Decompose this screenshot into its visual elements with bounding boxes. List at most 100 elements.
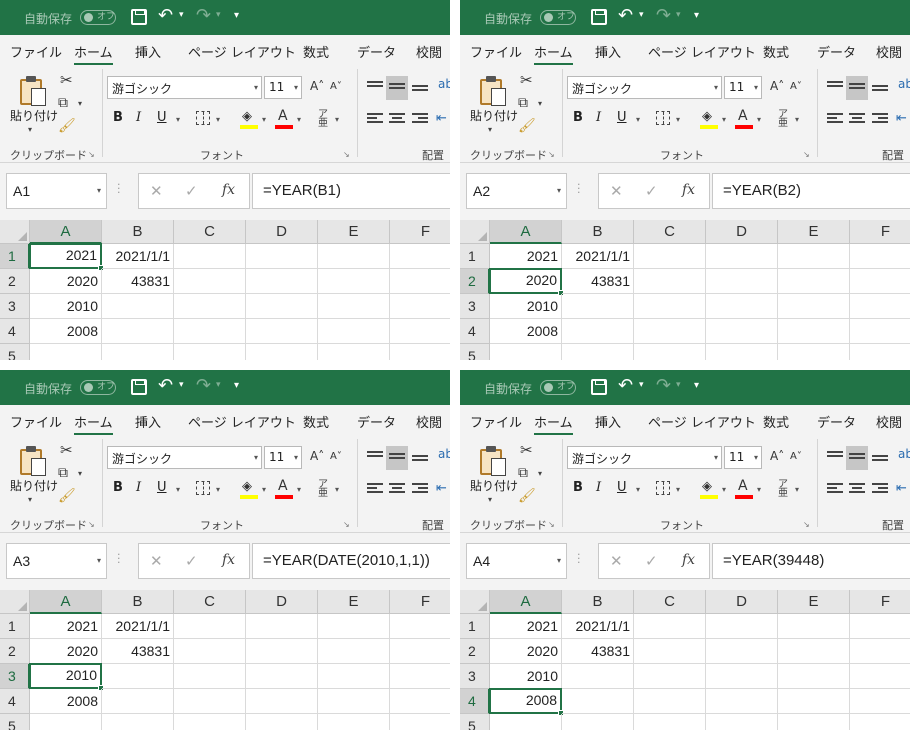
select-all-corner[interactable]: [0, 220, 30, 244]
column-header-a[interactable]: A: [30, 220, 102, 244]
cell-c1[interactable]: [634, 244, 706, 269]
column-header-e[interactable]: E: [318, 220, 390, 244]
tab-page-layout[interactable]: ページ レイアウト: [648, 412, 756, 431]
align-right-icon[interactable]: [412, 113, 428, 127]
tab-insert[interactable]: 挿入: [135, 42, 161, 61]
row-header-4[interactable]: 4: [460, 689, 490, 714]
customize-toolbar-icon[interactable]: ▾: [234, 380, 239, 391]
align-top-icon[interactable]: [367, 81, 383, 95]
font-size-select[interactable]: 11 ▾: [264, 446, 302, 469]
row-header-2[interactable]: 2: [460, 269, 490, 294]
tab-data[interactable]: データ: [817, 412, 856, 431]
name-box[interactable]: A1 ▾: [6, 173, 107, 209]
save-icon[interactable]: [591, 9, 607, 25]
cell-c5[interactable]: [634, 344, 706, 360]
tab-review[interactable]: 校閲: [876, 42, 902, 61]
tab-review[interactable]: 校閲: [876, 412, 902, 431]
cell-d1[interactable]: [246, 614, 318, 639]
tab-formulas[interactable]: 数式: [763, 42, 789, 61]
cell-f4[interactable]: [850, 689, 910, 714]
tab-file[interactable]: ファイル: [10, 42, 62, 61]
customize-toolbar-icon[interactable]: ▾: [234, 10, 239, 21]
cell-a5[interactable]: [490, 344, 562, 360]
cell-c3[interactable]: [174, 294, 246, 319]
paste-button-label[interactable]: 貼り付け: [10, 477, 58, 494]
column-header-a[interactable]: A: [490, 590, 562, 614]
align-middle-icon[interactable]: [849, 453, 865, 467]
row-header-2[interactable]: 2: [0, 269, 30, 294]
cell-a5[interactable]: [30, 714, 102, 730]
font-launcher-icon[interactable]: ↘: [803, 150, 810, 159]
enter-icon[interactable]: ✓: [645, 552, 658, 570]
cell-f3[interactable]: [390, 294, 450, 319]
column-header-d[interactable]: D: [246, 220, 318, 244]
cell-c4[interactable]: [174, 689, 246, 714]
redo-icon[interactable]: ↷: [196, 376, 211, 396]
cell-e2[interactable]: [318, 639, 390, 664]
scissors-icon[interactable]: ✂: [60, 71, 73, 89]
align-middle-icon[interactable]: [389, 83, 405, 97]
align-middle-icon[interactable]: [389, 453, 405, 467]
cell-b1[interactable]: 2021/1/1: [562, 244, 634, 269]
tab-home[interactable]: ホーム: [74, 42, 113, 65]
undo-icon[interactable]: ↶: [158, 376, 173, 396]
cell-d4[interactable]: [706, 319, 778, 344]
shrink-font-icon[interactable]: A˅: [790, 81, 802, 92]
cell-f1[interactable]: [850, 244, 910, 269]
row-header-1[interactable]: 1: [0, 244, 30, 269]
tab-page-layout[interactable]: ページ レイアウト: [648, 42, 756, 61]
name-box[interactable]: A4 ▾: [466, 543, 567, 579]
paste-button-label[interactable]: 貼り付け: [470, 107, 518, 124]
font-color-dropdown-icon[interactable]: ▾: [757, 115, 761, 124]
redo-icon[interactable]: ↷: [656, 6, 671, 26]
cell-a5[interactable]: [30, 344, 102, 360]
font-launcher-icon[interactable]: ↘: [343, 150, 350, 159]
cell-a2[interactable]: 2020: [30, 269, 102, 294]
tab-data[interactable]: データ: [817, 42, 856, 61]
undo-icon[interactable]: ↶: [618, 6, 633, 26]
cell-a3[interactable]: 2010: [490, 294, 562, 319]
column-header-b[interactable]: B: [102, 220, 174, 244]
fx-icon[interactable]: fx: [682, 552, 695, 568]
grow-font-icon[interactable]: A˄: [770, 449, 784, 463]
formula-bar-grip-icon[interactable]: · · ·: [117, 549, 121, 568]
bold-icon[interactable]: B: [113, 480, 123, 495]
clipboard-launcher-icon[interactable]: ↘: [548, 520, 555, 529]
cell-f3[interactable]: [850, 294, 910, 319]
cell-b3[interactable]: [102, 294, 174, 319]
tab-data[interactable]: データ: [357, 42, 396, 61]
cell-a3[interactable]: 2010: [29, 663, 102, 689]
cell-d3[interactable]: [706, 294, 778, 319]
copy-dropdown-icon[interactable]: ▾: [538, 469, 542, 478]
italic-icon[interactable]: I: [596, 110, 601, 125]
fx-icon[interactable]: fx: [222, 182, 235, 198]
cell-e3[interactable]: [778, 294, 850, 319]
tab-file[interactable]: ファイル: [10, 412, 62, 431]
cell-a1[interactable]: 2021: [29, 243, 102, 269]
cell-d2[interactable]: [706, 269, 778, 294]
fill-color-icon[interactable]: ◈: [240, 109, 258, 129]
cell-d3[interactable]: [706, 664, 778, 689]
tab-file[interactable]: ファイル: [470, 412, 522, 431]
align-right-icon[interactable]: [872, 113, 888, 127]
phonetic-dropdown-icon[interactable]: ▾: [335, 485, 339, 494]
row-header-4[interactable]: 4: [0, 689, 30, 714]
tab-review[interactable]: 校閲: [416, 412, 442, 431]
cell-e4[interactable]: [778, 319, 850, 344]
cell-a4[interactable]: 2008: [490, 319, 562, 344]
redo-icon[interactable]: ↷: [656, 376, 671, 396]
cell-a4[interactable]: 2008: [30, 319, 102, 344]
cell-e5[interactable]: [778, 344, 850, 360]
column-header-b[interactable]: B: [102, 590, 174, 614]
undo-dropdown-icon[interactable]: ▾: [179, 10, 184, 20]
enter-icon[interactable]: ✓: [185, 182, 198, 200]
indent-icon[interactable]: ⇤: [436, 481, 447, 496]
cell-e5[interactable]: [318, 714, 390, 730]
cell-d4[interactable]: [246, 319, 318, 344]
row-header-3[interactable]: 3: [0, 294, 30, 319]
font-name-select[interactable]: 游ゴシック ▾: [107, 76, 262, 99]
cell-e1[interactable]: [778, 614, 850, 639]
row-header-3[interactable]: 3: [0, 664, 30, 689]
cell-b3[interactable]: [102, 664, 174, 689]
paste-icon[interactable]: [478, 445, 508, 477]
